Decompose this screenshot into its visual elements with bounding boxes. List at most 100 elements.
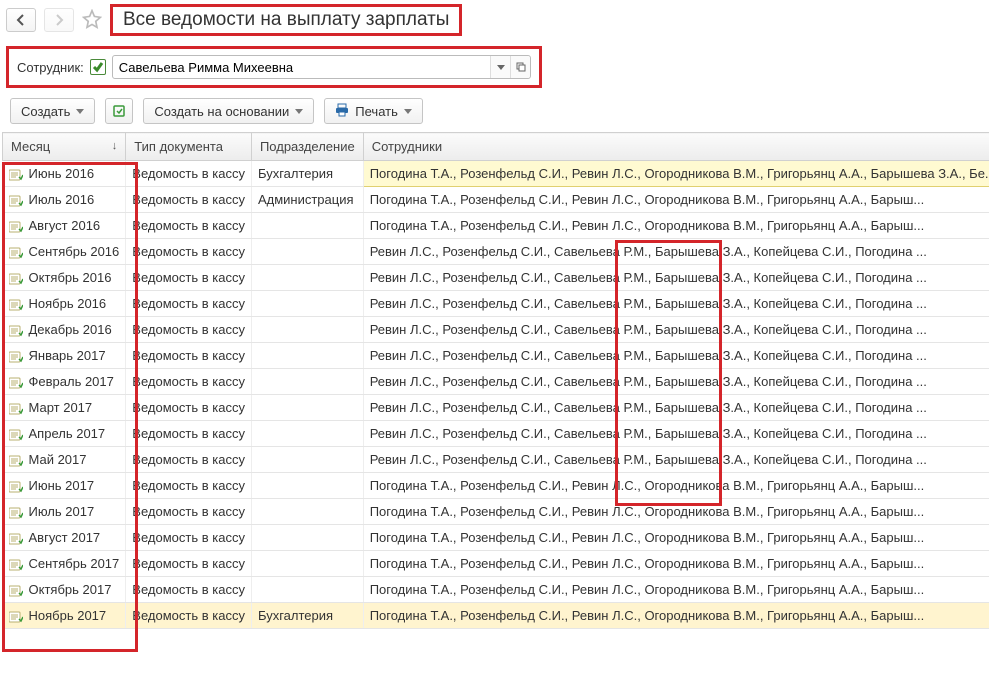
cell-employees: Погодина Т.А., Розенфельд С.И., Ревин Л.… (363, 577, 989, 603)
cell-month: Октябрь 2016 (3, 265, 126, 291)
combo-open-button[interactable] (510, 56, 530, 78)
cell-dept: Бухгалтерия (251, 603, 363, 629)
cell-month: Октябрь 2017 (3, 577, 126, 603)
table-row[interactable]: Февраль 2017Ведомость в кассуРевин Л.С.,… (3, 369, 989, 395)
cell-month: Август 2017 (3, 525, 126, 551)
cell-dept (251, 473, 363, 499)
document-posted-icon (9, 403, 23, 415)
refresh-button[interactable] (105, 98, 133, 124)
cell-dept: Бухгалтерия (251, 161, 363, 187)
cell-doctype: Ведомость в кассу (126, 603, 252, 629)
cell-month: Декабрь 2016 (3, 317, 126, 343)
table-row[interactable]: Август 2017Ведомость в кассу Погодина Т.А… (3, 525, 989, 551)
cell-doctype: Ведомость в кассу (126, 551, 252, 577)
cell-month: Сентябрь 2016 (3, 239, 126, 265)
cell-dept (251, 577, 363, 603)
create-on-basis-label: Создать на основании (154, 104, 289, 119)
cell-employees: Ревин Л.С., Розенфельд С.И., Савельева Р… (363, 291, 989, 317)
payroll-grid[interactable]: Месяц ↓ Тип документа Подразделение Сотр… (2, 132, 989, 629)
table-row[interactable]: Декабрь 2016Ведомость в кассуРевин Л.С.,… (3, 317, 989, 343)
combo-dropdown-button[interactable] (490, 56, 510, 78)
table-row[interactable]: Июнь 2016Ведомость в кассуБухгалтерияПог… (3, 161, 989, 187)
cell-employees: Ревин Л.С., Розенфельд С.И., Савельева Р… (363, 421, 989, 447)
cell-month: Февраль 2017 (3, 369, 126, 395)
forward-button[interactable] (44, 8, 74, 32)
cell-doctype: Ведомость в кассу (126, 473, 252, 499)
cell-employees: Погодина Т.А., Розенфельд С.И., Ревин Л.… (363, 525, 989, 551)
document-posted-icon (9, 559, 23, 571)
table-row[interactable]: Июнь 2017Ведомость в кассуПогодина Т.А.,… (3, 473, 989, 499)
cell-dept (251, 551, 363, 577)
print-button[interactable]: Печать (324, 98, 423, 124)
table-row[interactable]: Январь 2017Ведомость в кассуРевин Л.С., … (3, 343, 989, 369)
cell-doctype: Ведомость в кассу (126, 343, 252, 369)
table-row[interactable]: Сентябрь 2017Ведомость в кассуПогодина Т… (3, 551, 989, 577)
cell-employees: Погодина Т.А., Розенфельд С.И., Ревин Л.… (363, 499, 989, 525)
document-posted-icon (9, 299, 23, 311)
cell-dept (251, 213, 363, 239)
cell-doctype: Ведомость в кассу (126, 525, 252, 551)
document-posted-icon (9, 273, 23, 285)
document-posted-icon (9, 195, 23, 207)
cell-dept (251, 291, 363, 317)
table-row[interactable]: Октябрь 2017Ведомость в кассу Погодина Т.… (3, 577, 989, 603)
document-posted-icon (9, 169, 23, 181)
table-row[interactable]: Октябрь 2016Ведомость в кассуРевин Л.С.,… (3, 265, 989, 291)
table-row[interactable]: Август 2016Ведомость в кассуПогодина Т.А… (3, 213, 989, 239)
cell-employees: Ревин Л.С., Розенфельд С.И., Савельева Р… (363, 239, 989, 265)
cell-doctype: Ведомость в кассу (126, 369, 252, 395)
table-row[interactable]: Июль 2016Ведомость в кассуАдминистрацияП… (3, 187, 989, 213)
cell-doctype: Ведомость в кассу (126, 499, 252, 525)
cell-doctype: Ведомость в кассу (126, 577, 252, 603)
filter-employee-combo[interactable] (112, 55, 531, 79)
cell-month: Апрель 2017 (3, 421, 126, 447)
cell-employees: Погодина Т.А., Розенфельд С.И., Ревин Л.… (363, 161, 989, 187)
create-button-label: Создать (21, 104, 70, 119)
col-dept[interactable]: Подразделение (251, 133, 363, 161)
document-posted-icon (9, 455, 23, 467)
cell-dept (251, 447, 363, 473)
cell-employees: Погодина Т.А., Розенфельд С.И., Ревин Л.… (363, 603, 989, 629)
table-row[interactable]: Май 2017Ведомость в кассуРевин Л.С., Роз… (3, 447, 989, 473)
cell-employees: Ревин Л.С., Розенфельд С.И., Савельева Р… (363, 395, 989, 421)
back-button[interactable] (6, 8, 36, 32)
cell-doctype: Ведомость в кассу (126, 421, 252, 447)
table-row[interactable]: Ноябрь 2017Ведомость в кассуБухгалтерияП… (3, 603, 989, 629)
cell-dept: Администрация (251, 187, 363, 213)
table-row[interactable]: Ноябрь 2016Ведомость в кассуРевин Л.С., … (3, 291, 989, 317)
filter-employee-label: Сотрудник: (17, 60, 84, 75)
cell-month: Июнь 2016 (3, 161, 126, 187)
page-title: Все ведомости на выплату зарплаты (123, 9, 449, 30)
col-employees[interactable]: Сотрудники (363, 133, 989, 161)
favorite-star-icon[interactable] (82, 9, 102, 32)
create-on-basis-button[interactable]: Создать на основании (143, 98, 314, 124)
cell-month: Май 2017 (3, 447, 126, 473)
cell-dept (251, 265, 363, 291)
cell-month: Сентябрь 2017 (3, 551, 126, 577)
col-month[interactable]: Месяц ↓ (3, 133, 126, 161)
document-posted-icon (9, 325, 23, 337)
table-row[interactable]: Сентябрь 2016Ведомость в кассуРевин Л.С.… (3, 239, 989, 265)
cell-doctype: Ведомость в кассу (126, 291, 252, 317)
filter-employee-block: Сотрудник: (6, 46, 542, 88)
cell-dept (251, 239, 363, 265)
cell-doctype: Ведомость в кассу (126, 265, 252, 291)
create-button[interactable]: Создать (10, 98, 95, 124)
document-posted-icon (9, 247, 23, 259)
table-row[interactable]: Апрель 2017Ведомость в кассу Ревин Л.С., … (3, 421, 989, 447)
filter-employee-checkbox[interactable] (90, 59, 106, 75)
filter-employee-input[interactable] (113, 56, 490, 78)
table-row[interactable]: Июль 2017Ведомость в кассуПогодина Т.А.,… (3, 499, 989, 525)
printer-icon (335, 103, 349, 120)
cell-dept (251, 421, 363, 447)
cell-employees: Ревин Л.С., Розенфельд С.И., Савельева Р… (363, 343, 989, 369)
cell-month: Ноябрь 2017 (3, 603, 126, 629)
cell-employees: Ревин Л.С., Розенфельд С.И., Савельева Р… (363, 317, 989, 343)
document-posted-icon (9, 611, 23, 623)
cell-dept (251, 395, 363, 421)
col-doctype[interactable]: Тип документа (126, 133, 252, 161)
cell-dept (251, 525, 363, 551)
cell-doctype: Ведомость в кассу (126, 161, 252, 187)
cell-doctype: Ведомость в кассу (126, 447, 252, 473)
table-row[interactable]: Март 2017Ведомость в кассуРевин Л.С., Ро… (3, 395, 989, 421)
